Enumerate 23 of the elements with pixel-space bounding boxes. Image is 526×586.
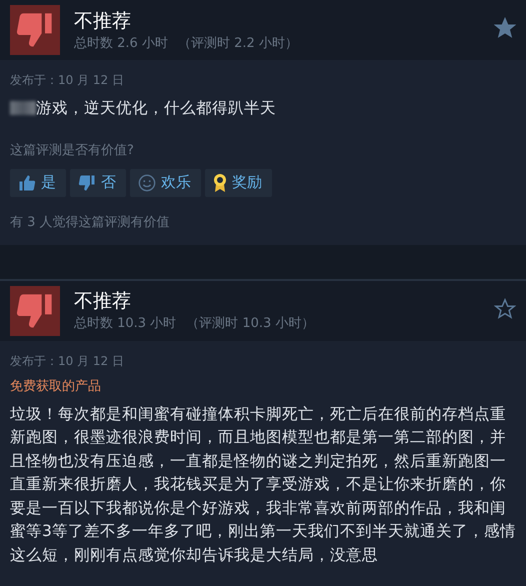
- thumbs-down-icon: [78, 174, 96, 192]
- ribbon-icon: [213, 172, 227, 192]
- playtime-text: 总时数 10.3 小时: [74, 315, 176, 332]
- verdict-title: 不推荐: [74, 289, 132, 313]
- vote-button[interactable]: 欢乐: [130, 168, 201, 196]
- smiley-icon: [138, 174, 156, 192]
- posted-date: 发布于：10 月 12 日: [10, 352, 125, 370]
- review-text: 游戏，逆天优化，什么都得趴半天: [36, 98, 276, 119]
- vote-button[interactable]: 奖励: [205, 168, 272, 196]
- free-product-label: 免费获取的产品: [10, 378, 102, 394]
- verdict-title: 不推荐: [74, 8, 132, 32]
- vote-button[interactable]: 否: [70, 168, 126, 196]
- star-icon[interactable]: [494, 298, 516, 320]
- playtime-text: 总时数 2.6 小时: [74, 34, 168, 52]
- helpful-count: 有 3 人觉得这篇评测有价值: [10, 214, 171, 230]
- helpful-prompt: 这篇评测是否有价值?: [10, 142, 135, 158]
- review-playtime-text: （评测时 10.3 小时）: [186, 315, 314, 332]
- review-playtime-text: （评测时 2.2 小时）: [178, 34, 298, 52]
- posted-date: 发布于：10 月 12 日: [10, 72, 125, 89]
- thumbs-up-icon: [18, 174, 36, 192]
- review-text: 垃圾！每次都是和闺蜜有碰撞体积卡脚死亡，死亡后在很前的存档点重新跑图，很墨迹很浪费时间，而且地图模型也都是第一第二部的图，并且怪物也没有压迫感，一直都是怪物的谜之判定拍死，然后重新跑图一直重新来很折磨人，我花钱买是为了享受游戏，不是让你来折磨的，你要是一百以下我都说你是个好游戏，我非常喜欢前两部的作品，我和闺蜜等3等了差不多一年多了吧，刚出第一天我们不到半天就通关了，感情这么短，刚刚有点感觉你却告诉我是大结局，没意思: [10, 404, 516, 566]
- vote-button[interactable]: 是: [10, 168, 66, 196]
- star-icon[interactable]: [494, 17, 516, 39]
